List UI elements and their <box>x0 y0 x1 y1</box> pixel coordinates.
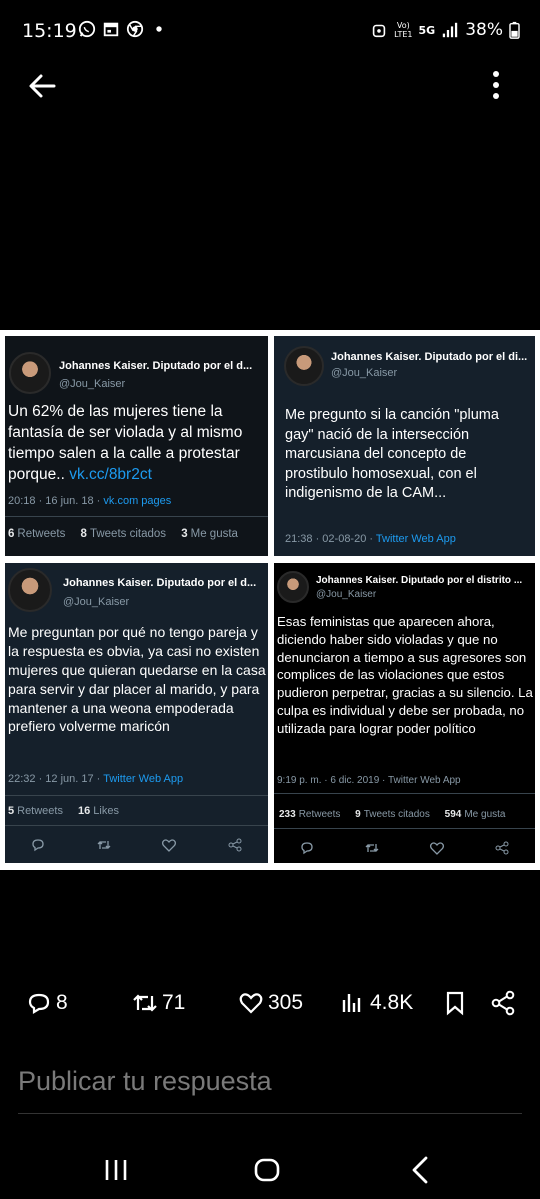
status-bar: 15:19 Vo) LTE1 5G 38% <box>0 0 540 62</box>
battery-percent: 38% <box>465 20 503 40</box>
dot-icon <box>156 26 162 32</box>
whatsapp-icon <box>78 20 96 38</box>
alarm-icon <box>372 24 386 38</box>
retweet-icon <box>365 844 379 852</box>
tweet-stats: 6 Retweets 8 Tweets citados 3 Me gusta <box>8 528 238 540</box>
divider <box>274 828 535 829</box>
heart-icon <box>430 842 445 855</box>
share-icon <box>228 838 242 852</box>
signal-icon <box>443 22 458 38</box>
tweet-screenshot-1: Johannes Kaiser. Diputado por el d... @J… <box>5 336 268 556</box>
reply-button[interactable]: 8 <box>26 990 68 1016</box>
bookmark-icon <box>446 991 464 1016</box>
more-options-icon[interactable] <box>482 68 510 104</box>
reply-icon <box>32 839 44 852</box>
like-button[interactable]: 305 <box>238 990 303 1016</box>
tweet-meta: 9:19 p. m. · 6 dic. 2019 · Twitter Web A… <box>277 775 461 786</box>
heart-icon <box>239 993 263 1014</box>
reply-input[interactable]: Publicar tu respuesta <box>18 1066 522 1114</box>
tweet-author-name: Johannes Kaiser. Diputado por el distrit… <box>316 575 523 586</box>
recent-apps-icon[interactable] <box>96 1150 136 1190</box>
back-icon[interactable] <box>400 1150 440 1190</box>
tweet-screenshot-2: Johannes Kaiser. Diputado por el di... @… <box>274 336 535 556</box>
reply-icon <box>28 993 50 1014</box>
retweet-icon <box>97 841 111 849</box>
reply-count: 8 <box>56 991 68 1014</box>
tweet-actions <box>274 840 535 856</box>
tweet-text: Me preguntan por qué no tengo pareja y l… <box>8 624 266 735</box>
tweet-stats: 233 Retweets 9 Tweets citados 594 Me gusta <box>279 809 506 820</box>
tweet-author-handle: @Jou_Kaiser <box>59 378 126 390</box>
notification-icons <box>78 20 168 38</box>
avatar <box>9 352 51 394</box>
tweet-meta: 20:18 · 16 jun. 18 · vk.com pages <box>8 495 172 507</box>
tweet-author-handle: @Jou_Kaiser <box>63 596 130 608</box>
reply-icon <box>300 842 313 855</box>
share-icon <box>491 990 515 1016</box>
tweet-stats: 5 Retweets 16 Likes <box>8 805 119 817</box>
heart-icon <box>162 839 177 852</box>
avatar <box>277 571 309 603</box>
tweet-screenshot-3: Johannes Kaiser. Diputado por el d... @J… <box>5 563 268 863</box>
repost-count: 71 <box>162 991 186 1014</box>
tweet-author-name: Johannes Kaiser. Diputado por el d... <box>59 360 253 372</box>
bookmark-button[interactable] <box>442 990 468 1016</box>
tweet-author-handle: @Jou_Kaiser <box>316 589 377 600</box>
tweet-meta: 22:32 · 12 jun. 17 · Twitter Web App <box>8 773 184 785</box>
views-count: 4.8K <box>370 991 414 1014</box>
divider <box>5 825 268 826</box>
share-button[interactable] <box>490 990 516 1016</box>
tweet-screenshot-4: Johannes Kaiser. Diputado por el distrit… <box>274 563 535 863</box>
battery-icon <box>509 21 520 39</box>
5g-indicator: 5G <box>418 23 436 37</box>
tweet-author-name: Johannes Kaiser. Diputado por el di... <box>331 351 528 363</box>
tweet-text: Un 62% de las mujeres tiene la fantasía … <box>8 403 243 483</box>
repost-icon <box>133 994 157 1012</box>
tweet-text: Me pregunto si la canción "pluma gay" na… <box>285 407 499 502</box>
volte-indicator: Vo) LTE1 <box>394 21 413 39</box>
tweet-author-handle: @Jou_Kaiser <box>331 367 398 379</box>
divider <box>5 516 268 517</box>
media-image[interactable]: Johannes Kaiser. Diputado por el d... @J… <box>0 330 540 870</box>
status-time: 15:19 <box>22 20 77 42</box>
status-right: Vo) LTE1 5G 38% <box>370 20 520 40</box>
views-button[interactable]: 4.8K <box>340 990 413 1016</box>
tweet-author-name: Johannes Kaiser. Diputado por el d... <box>63 577 257 589</box>
tweet-actions <box>5 837 268 853</box>
tweet-meta: 21:38 · 02-08-20 · Twitter Web App <box>285 533 456 545</box>
chrome-icon <box>126 20 144 38</box>
home-icon[interactable] <box>247 1150 287 1190</box>
back-arrow-icon[interactable] <box>24 68 60 104</box>
calendar-icon <box>103 22 119 37</box>
tweet-text: Esas feministas que aparecen ahora, dici… <box>277 614 533 736</box>
divider <box>274 793 535 794</box>
post-action-bar: 8 71 305 4.8K <box>0 990 540 1030</box>
repost-button[interactable]: 71 <box>132 990 185 1016</box>
avatar <box>284 346 324 386</box>
share-icon <box>495 841 509 855</box>
divider <box>5 795 268 796</box>
like-count: 305 <box>268 991 304 1014</box>
system-nav-bar <box>0 1140 540 1199</box>
views-icon <box>342 994 361 1012</box>
reply-placeholder: Publicar tu respuesta <box>18 1066 272 1096</box>
avatar <box>8 568 52 612</box>
